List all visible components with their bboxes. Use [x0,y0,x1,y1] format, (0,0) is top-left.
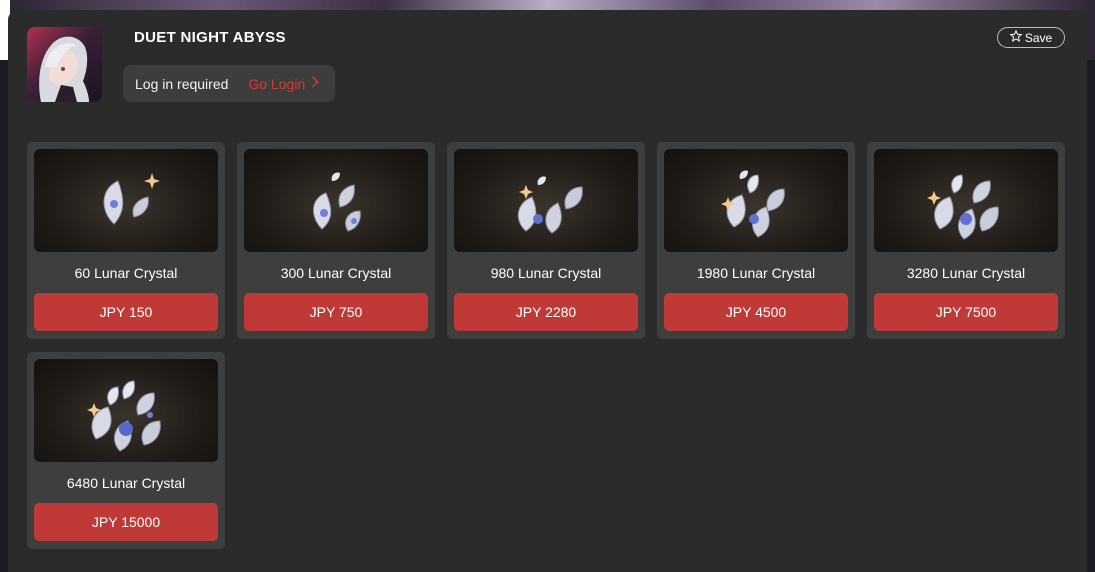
product-card[interactable]: 980 Lunar Crystal JPY 2280 [447,142,645,339]
save-label: Save [1024,30,1053,45]
product-image [34,359,218,462]
lunar-crystal-icon [87,380,161,452]
buy-button[interactable]: JPY 750 [244,293,428,331]
buy-button[interactable]: JPY 2280 [454,293,638,331]
login-notice: Log in required Go Login [123,65,335,102]
lunar-crystal-icon [313,172,361,232]
product-card[interactable]: 60 Lunar Crystal JPY 150 [27,142,225,339]
star-outline-icon [1009,29,1023,45]
product-image [244,149,428,252]
product-card[interactable]: 3280 Lunar Crystal JPY 7500 [867,142,1065,339]
product-image [874,149,1058,252]
save-button[interactable]: Save [997,27,1065,48]
lunar-crystal-icon [721,170,785,238]
buy-button[interactable]: JPY 150 [34,293,218,331]
product-image [34,149,218,252]
go-login-link[interactable]: Go Login [248,76,319,92]
product-name: 60 Lunar Crystal [74,265,178,281]
product-name: 300 Lunar Crystal [280,265,392,281]
lunar-crystal-icon [517,176,583,234]
game-title: DUET NIGHT ABYSS [134,29,286,46]
lunar-crystal-icon [927,174,999,240]
product-image [454,149,638,252]
store-panel: DUET NIGHT ABYSS Log in required Go Logi… [8,10,1087,572]
product-name: 980 Lunar Crystal [490,265,602,281]
go-login-label: Go Login [248,75,306,92]
product-card[interactable]: 1980 Lunar Crystal JPY 4500 [657,142,855,339]
game-icon [27,27,102,102]
product-card[interactable]: 6480 Lunar Crystal JPY 15000 [27,352,225,549]
character-portrait-icon [39,36,89,102]
product-name: 1980 Lunar Crystal [696,265,816,281]
chevron-right-icon [311,76,319,91]
buy-button[interactable]: JPY 7500 [874,293,1058,331]
buy-button[interactable]: JPY 15000 [34,503,218,541]
lunar-crystal-icon [103,173,160,225]
product-name: 6480 Lunar Crystal [66,475,186,491]
product-image [664,149,848,252]
login-required-text: Log in required [135,75,229,92]
buy-button[interactable]: JPY 4500 [664,293,848,331]
product-name: 3280 Lunar Crystal [906,265,1026,281]
product-card[interactable]: 300 Lunar Crystal JPY 750 [237,142,435,339]
